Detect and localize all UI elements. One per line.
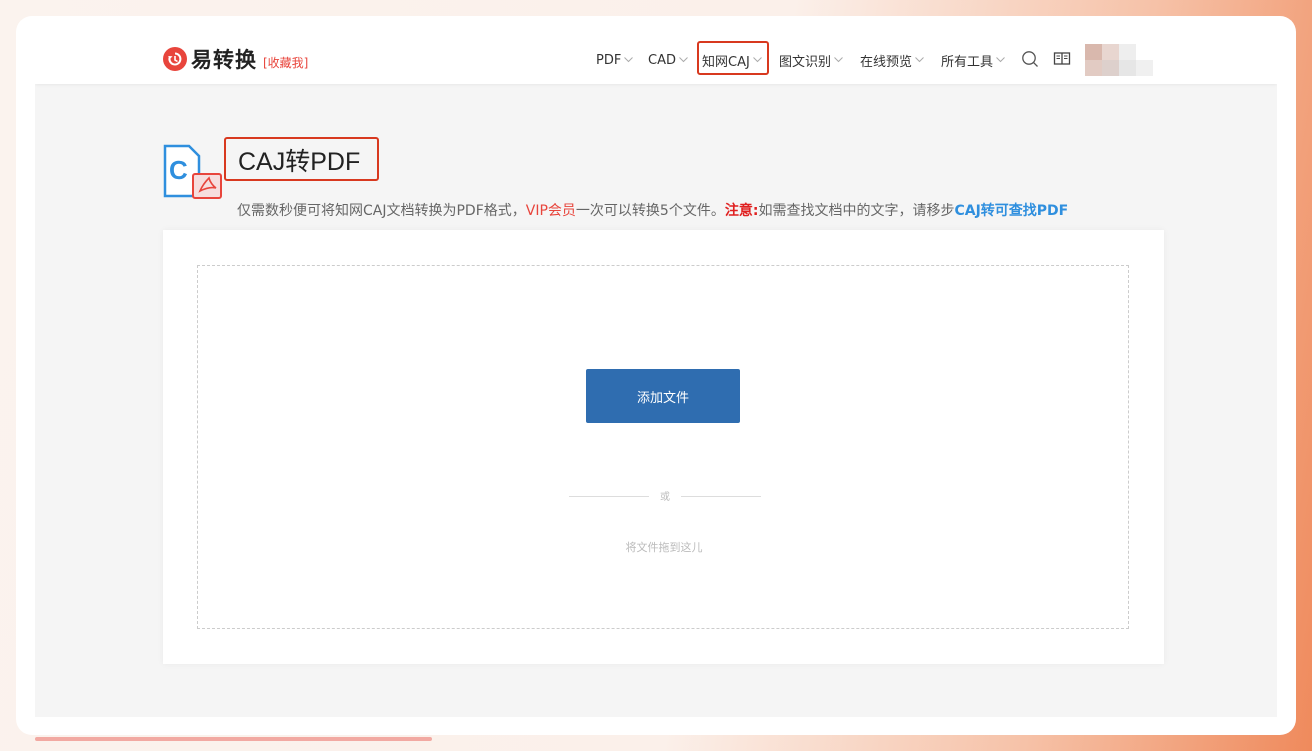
vip-link[interactable]: VIP会员 (526, 203, 576, 219)
or-divider: 或 (569, 488, 761, 504)
drag-hint: 将文件拖到这儿 (625, 541, 703, 554)
nav-item-label: 所有工具 (941, 54, 994, 70)
desc-text: 如需查找文档中的文字，请移步 (758, 203, 955, 219)
chevron-down-icon (996, 57, 1005, 63)
nav-item-label: 在线预览 (860, 54, 913, 70)
chevron-down-icon (624, 57, 634, 63)
book-icon[interactable] (1053, 50, 1071, 68)
drop-zone[interactable]: 添加文件 或 将文件拖到这儿 (197, 265, 1129, 629)
caj-to-pdf-icon: C (163, 144, 222, 199)
nav-item-preview[interactable]: 在线预览 (860, 50, 924, 70)
nav-item-all-tools[interactable]: 所有工具 (941, 50, 1005, 70)
nav-highlight-box (697, 41, 769, 75)
scroll-indicator (35, 737, 432, 741)
logo-text: 易转换 (191, 48, 257, 72)
browser-frame: 易转换 [收藏我] PDF CAD 知网CAJ 图文识别 在线预览 所有工具 C… (16, 16, 1296, 735)
nav-item-cad[interactable]: CAD (648, 50, 688, 70)
chevron-down-icon (679, 57, 688, 63)
nav-item-label: PDF (596, 52, 622, 68)
site-header: 易转换 [收藏我] PDF CAD 知网CAJ 图文识别 在线预览 所有工具 (35, 34, 1277, 84)
add-file-button[interactable]: 添加文件 (586, 369, 740, 423)
note-label: 注意: (724, 203, 759, 219)
nav-item-pdf[interactable]: PDF (596, 50, 634, 70)
nav-item-ocr[interactable]: 图文识别 (779, 50, 843, 70)
avatar[interactable] (1085, 44, 1155, 76)
logo-icon (163, 47, 187, 71)
page: 易转换 [收藏我] PDF CAD 知网CAJ 图文识别 在线预览 所有工具 C… (35, 34, 1277, 717)
page-description: 仅需数秒便可将知网CAJ文档转换为PDF格式，VIP会员一次可以转换5个文件。注… (237, 200, 1068, 220)
svg-text:C: C (169, 155, 188, 185)
logo[interactable]: 易转换 [收藏我] (163, 45, 308, 73)
desc-text: 仅需数秒便可将知网CAJ文档转换为PDF格式， (237, 203, 526, 219)
chevron-down-icon (915, 57, 924, 63)
searchable-pdf-link[interactable]: CAJ转可查找PDF (954, 203, 1068, 219)
chevron-down-icon (834, 57, 843, 63)
search-icon[interactable] (1021, 50, 1039, 68)
desc-text: 一次可以转换5个文件。 (575, 203, 725, 219)
nav-item-label: 图文识别 (779, 54, 832, 70)
page-title: CAJ转PDF (238, 148, 361, 176)
upload-card: 添加文件 或 将文件拖到这儿 (163, 230, 1164, 664)
divider-line (681, 496, 761, 497)
nav-item-label: CAD (648, 52, 676, 68)
favorite-link[interactable]: [收藏我] (263, 54, 308, 71)
